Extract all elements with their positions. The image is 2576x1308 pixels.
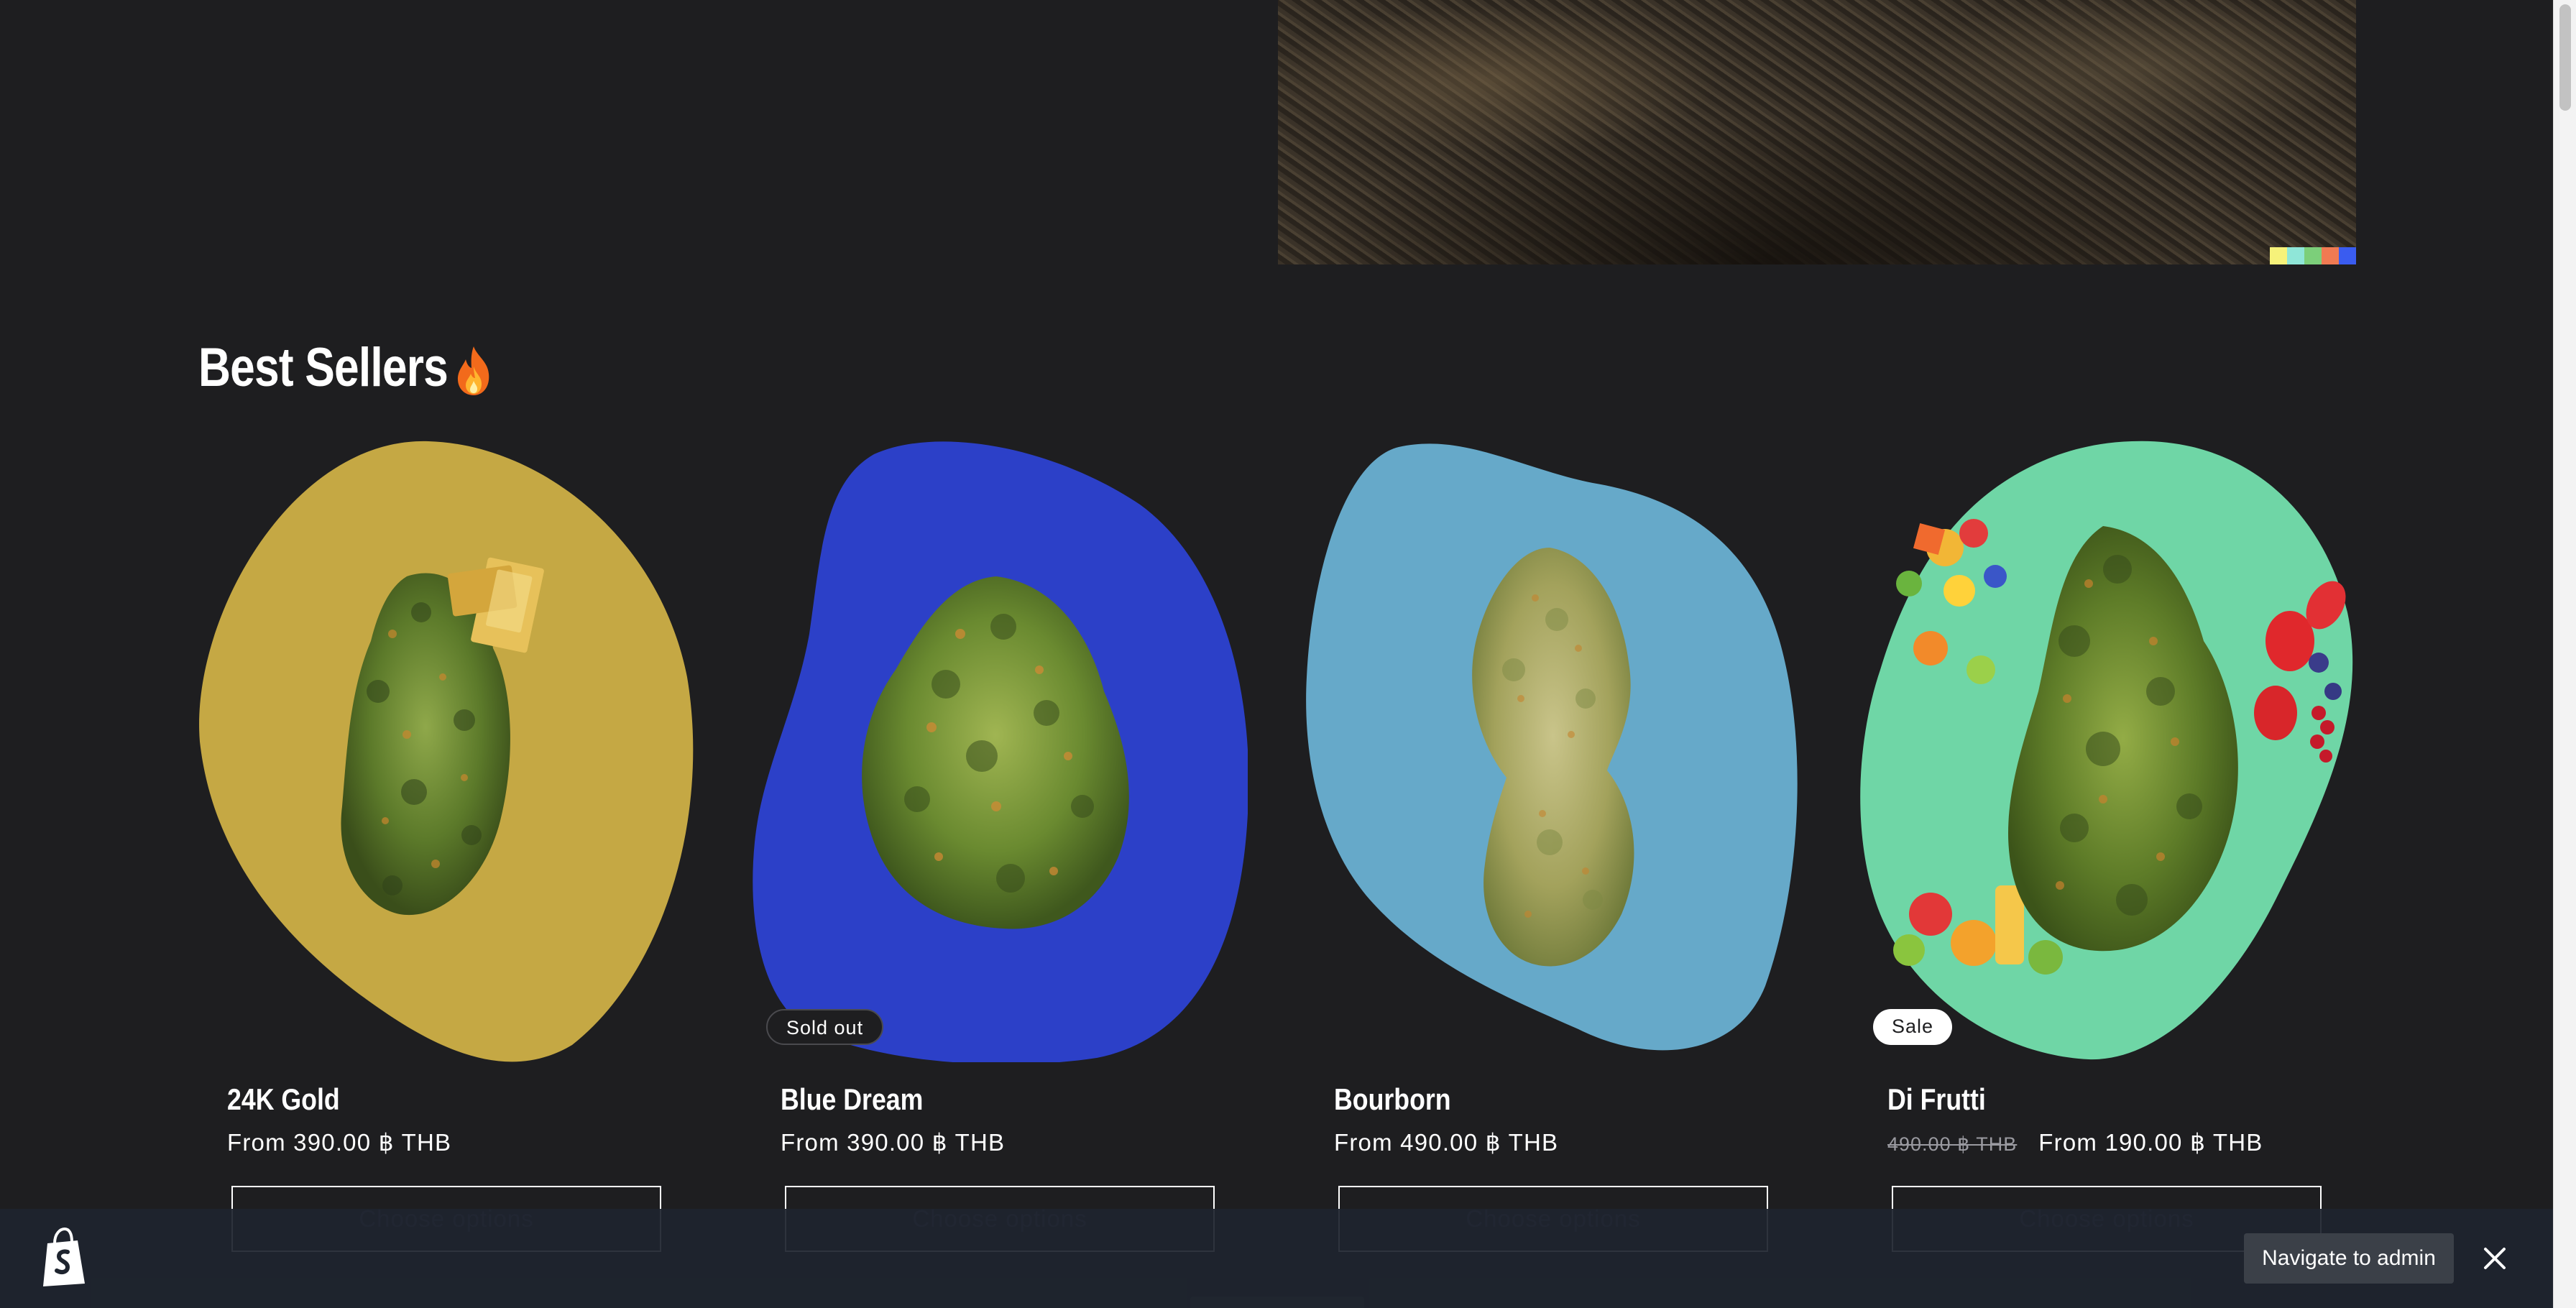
- color-strip: [2270, 247, 2356, 264]
- product-price: From 390.00 ฿ THB: [781, 1129, 1006, 1156]
- shopify-admin-bar: [0, 1209, 2553, 1308]
- product-card-bourborn[interactable]: Bourborn From 490.00 ฿ THB Choose option…: [1305, 440, 1801, 1252]
- product-price: From 490.00 ฿ THB: [1334, 1129, 1559, 1156]
- price-row: 490.00 ฿ THB From 190.00 ฿ THB: [1887, 1128, 2263, 1156]
- product-title[interactable]: Di Frutti: [1887, 1082, 1986, 1117]
- product-title[interactable]: Bourborn: [1334, 1082, 1451, 1117]
- section-title: Best Sellers: [198, 337, 448, 398]
- color-swatch-green: [2304, 247, 2322, 264]
- storefront-page: Best Sellers 24K Gold From 390.00 ฿ THB …: [0, 0, 2553, 1308]
- cannabis-bud-image: [1472, 548, 1634, 967]
- cannabis-bud-with-fruits-image: [1893, 519, 2346, 975]
- color-swatch-yellow: [2270, 247, 2287, 264]
- color-swatch-orange: [2322, 247, 2339, 264]
- sale-price: From 190.00 ฿ THB: [2038, 1129, 2263, 1156]
- price-row: From 390.00 ฿ THB: [781, 1128, 1005, 1156]
- sale-badge: Sale: [1873, 1009, 1953, 1045]
- product-card-di-frutti[interactable]: Sale Di Frutti 490.00 ฿ THB From 190.00 …: [1859, 440, 2355, 1252]
- product-title[interactable]: 24K Gold: [227, 1082, 340, 1117]
- fire-icon: [457, 346, 489, 395]
- product-title[interactable]: Blue Dream: [781, 1082, 923, 1117]
- hero-rock-image: [1278, 0, 2356, 264]
- price-row: From 490.00 ฿ THB: [1334, 1128, 1558, 1156]
- vertical-scrollbar[interactable]: [2553, 0, 2576, 1308]
- cannabis-bud-with-gold-bars-image: [341, 557, 544, 916]
- product-price: From 390.00 ฿ THB: [227, 1129, 452, 1156]
- close-icon[interactable]: [2481, 1245, 2508, 1272]
- shopify-bag-icon[interactable]: [39, 1228, 89, 1288]
- product-card-24k-gold[interactable]: 24K Gold From 390.00 ฿ THB Choose option…: [198, 440, 694, 1252]
- sold-out-badge: Sold out: [766, 1009, 884, 1045]
- color-swatch-blue: [2339, 247, 2356, 264]
- scrollbar-thumb[interactable]: [2559, 4, 2571, 111]
- cannabis-bud-image: [862, 576, 1129, 929]
- color-swatch-cyan: [2287, 247, 2304, 264]
- navigate-to-admin-button[interactable]: Navigate to admin: [2244, 1233, 2454, 1284]
- product-card-blue-dream[interactable]: Sold out Blue Dream From 390.00 ฿ THB Ch…: [752, 440, 1248, 1252]
- price-row: From 390.00 ฿ THB: [227, 1128, 451, 1156]
- regular-price: 490.00 ฿ THB: [1887, 1133, 2018, 1155]
